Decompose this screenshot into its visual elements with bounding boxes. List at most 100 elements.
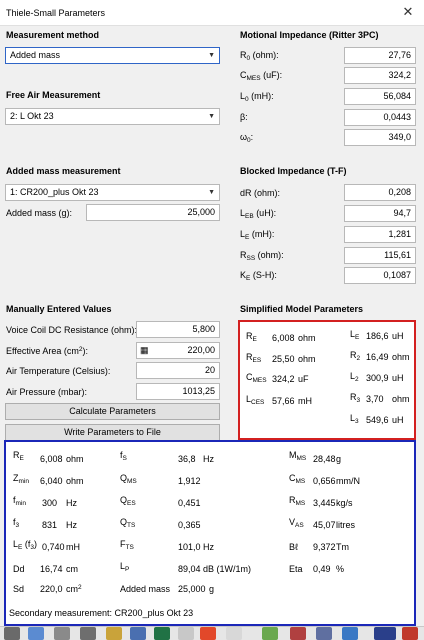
res-vas-label: VAS — [289, 517, 304, 529]
res-sd-unit: cm2 — [66, 584, 82, 594]
window-title: Thiele-Small Parameters — [6, 8, 106, 18]
res-rms-label: RMS — [289, 495, 306, 507]
taskbar-app-icon[interactable] — [54, 627, 70, 640]
res-lp-unit: dB (1W/1m) — [203, 564, 252, 574]
res-cms-value: 0,656 — [313, 476, 336, 486]
close-icon[interactable]: ✕ — [400, 4, 416, 20]
write-parameters-button[interactable]: Write Parameters to File — [5, 424, 220, 441]
sm-re-unit: ohm — [298, 333, 316, 343]
sm-r2-unit: ohm — [392, 352, 410, 362]
sm-r2-value: 16,49 — [366, 352, 389, 362]
res-bl-label: Bℓ — [289, 542, 298, 552]
effective-area-input[interactable]: ▦ 220,00 — [136, 342, 220, 359]
measurement-method-value: Added mass — [10, 50, 61, 60]
cmes-value[interactable]: 324,2 — [344, 67, 416, 84]
secondary-measurement-text: Secondary measurement: CR200_plus Okt 23 — [9, 608, 194, 618]
res-fs-value: 36,8 — [178, 454, 196, 464]
sm-le-unit: uH — [392, 331, 404, 341]
sm-lces-label: LCES — [246, 394, 265, 406]
taskbar-app-icon[interactable] — [226, 627, 242, 640]
taskbar-app-icon[interactable] — [262, 627, 278, 640]
l0-label: L0 (mH): — [240, 91, 274, 103]
vc-resistance-label: Voice Coil DC Resistance (ohm): — [6, 325, 138, 335]
taskbar-app-icon[interactable] — [4, 627, 20, 640]
res-mms-unit: g — [336, 454, 342, 464]
vc-resistance-input[interactable]: 5,800 — [136, 321, 220, 338]
res-zmin-label: Zmin — [13, 473, 29, 485]
res-fts-unit: Hz — [203, 542, 214, 552]
res-re-unit: ohm — [66, 454, 84, 464]
taskbar-app-icon[interactable] — [342, 627, 358, 640]
sm-cmes-unit: uF — [298, 374, 309, 384]
r0-value[interactable]: 27,76 — [344, 47, 416, 64]
sm-l2-value: 300,9 — [366, 373, 389, 383]
sm-l3-value: 549,6 — [366, 415, 389, 425]
taskbar-app-icon[interactable] — [28, 627, 44, 640]
le-value[interactable]: 1,281 — [344, 226, 416, 243]
beta-label: β: — [240, 112, 248, 122]
sm-le-value: 186,6 — [366, 331, 389, 341]
air-pressure-label: Air Pressure (mbar): — [6, 387, 88, 397]
air-pressure-input[interactable]: 1013,25 — [136, 383, 220, 400]
res-lp-value: 89,04 — [178, 564, 201, 574]
leb-label: LEB (uH): — [240, 208, 277, 220]
res-qms-label: QMS — [120, 473, 137, 485]
taskbar-app-icon[interactable] — [402, 627, 418, 640]
added-mass-label: Added mass (g): — [6, 208, 73, 218]
taskbar-app-icon[interactable] — [178, 627, 194, 640]
res-mms-value: 28,48 — [313, 454, 336, 464]
results-panel: RE 6,008 ohm fS 36,8 Hz MMS 28,48 g Zmin… — [4, 440, 416, 626]
sm-res-value: 25,50 — [272, 354, 295, 364]
sm-l3-unit: uH — [392, 415, 404, 425]
res-fs-unit: Hz — [203, 454, 214, 464]
ke-label: KE (S-H): — [240, 270, 277, 282]
blocked-impedance-heading: Blocked Impedance (T-F) — [240, 166, 347, 176]
res-rms-value: 3,445 — [313, 498, 336, 508]
taskbar-app-icon[interactable] — [106, 627, 122, 640]
added-mass-input[interactable]: 25,000 — [86, 204, 220, 221]
res-lef3-value: 0,740 — [42, 542, 65, 552]
sm-l2-label: L2 — [350, 371, 359, 383]
sm-r3-unit: ohm — [392, 394, 410, 404]
res-cms-unit: mm/N — [336, 476, 360, 486]
rew-icon[interactable] — [374, 627, 396, 640]
calculate-parameters-button[interactable]: Calculate Parameters — [5, 403, 220, 420]
sm-l3-label: L3 — [350, 413, 359, 425]
added-mass-select[interactable]: 1: CR200_plus Okt 23 ▼ — [5, 184, 220, 201]
res-dd-unit: cm — [66, 564, 78, 574]
thiele-small-window: Thiele-Small Parameters ✕ Measurement me… — [0, 0, 424, 640]
res-bl-unit: Tm — [336, 542, 349, 552]
res-dd-label: Dd — [13, 564, 25, 574]
w0-value[interactable]: 349,0 — [344, 129, 416, 146]
res-re-label: RE — [13, 450, 24, 462]
title-bar: Thiele-Small Parameters ✕ — [0, 0, 424, 26]
taskbar-app-icon[interactable] — [290, 627, 306, 640]
taskbar-app-icon[interactable] — [316, 627, 332, 640]
rss-value[interactable]: 115,61 — [344, 247, 416, 264]
res-mms-label: MMS — [289, 450, 307, 462]
taskbar-app-icon[interactable] — [80, 627, 96, 640]
calculator-icon[interactable]: ▦ — [140, 343, 149, 358]
beta-value[interactable]: 0,0443 — [344, 109, 416, 126]
ke-value[interactable]: 0,1087 — [344, 267, 416, 284]
res-fts-value: 101,0 — [178, 542, 201, 552]
res-qts-label: QTS — [120, 517, 136, 529]
free-air-select[interactable]: 2: L Okt 23 ▼ — [5, 108, 220, 125]
l0-value[interactable]: 56,084 — [344, 88, 416, 105]
res-fmin-unit: Hz — [66, 498, 77, 508]
added-mass-heading: Added mass measurement — [6, 166, 121, 176]
air-temperature-input[interactable]: 20 — [136, 362, 220, 379]
taskbar-app-icon[interactable] — [130, 627, 146, 640]
dr-value[interactable]: 0,208 — [344, 184, 416, 201]
res-rms-unit: kg/s — [336, 498, 353, 508]
res-zmin-unit: ohm — [66, 476, 84, 486]
simplified-model-panel: RE 6,008 ohm RES 25,50 ohm CMES 324,2 uF… — [238, 320, 416, 440]
res-lef3-label: LE (f3) — [13, 539, 37, 551]
measurement-method-select[interactable]: Added mass ▼ — [5, 47, 220, 64]
excel-icon[interactable] — [154, 627, 170, 640]
taskbar-app-icon[interactable] — [200, 627, 216, 640]
r0-label: R0 (ohm): — [240, 50, 279, 62]
res-qts-value: 0,365 — [178, 520, 201, 530]
leb-value[interactable]: 94,7 — [344, 205, 416, 222]
added-mass-select-value: 1: CR200_plus Okt 23 — [10, 187, 99, 197]
